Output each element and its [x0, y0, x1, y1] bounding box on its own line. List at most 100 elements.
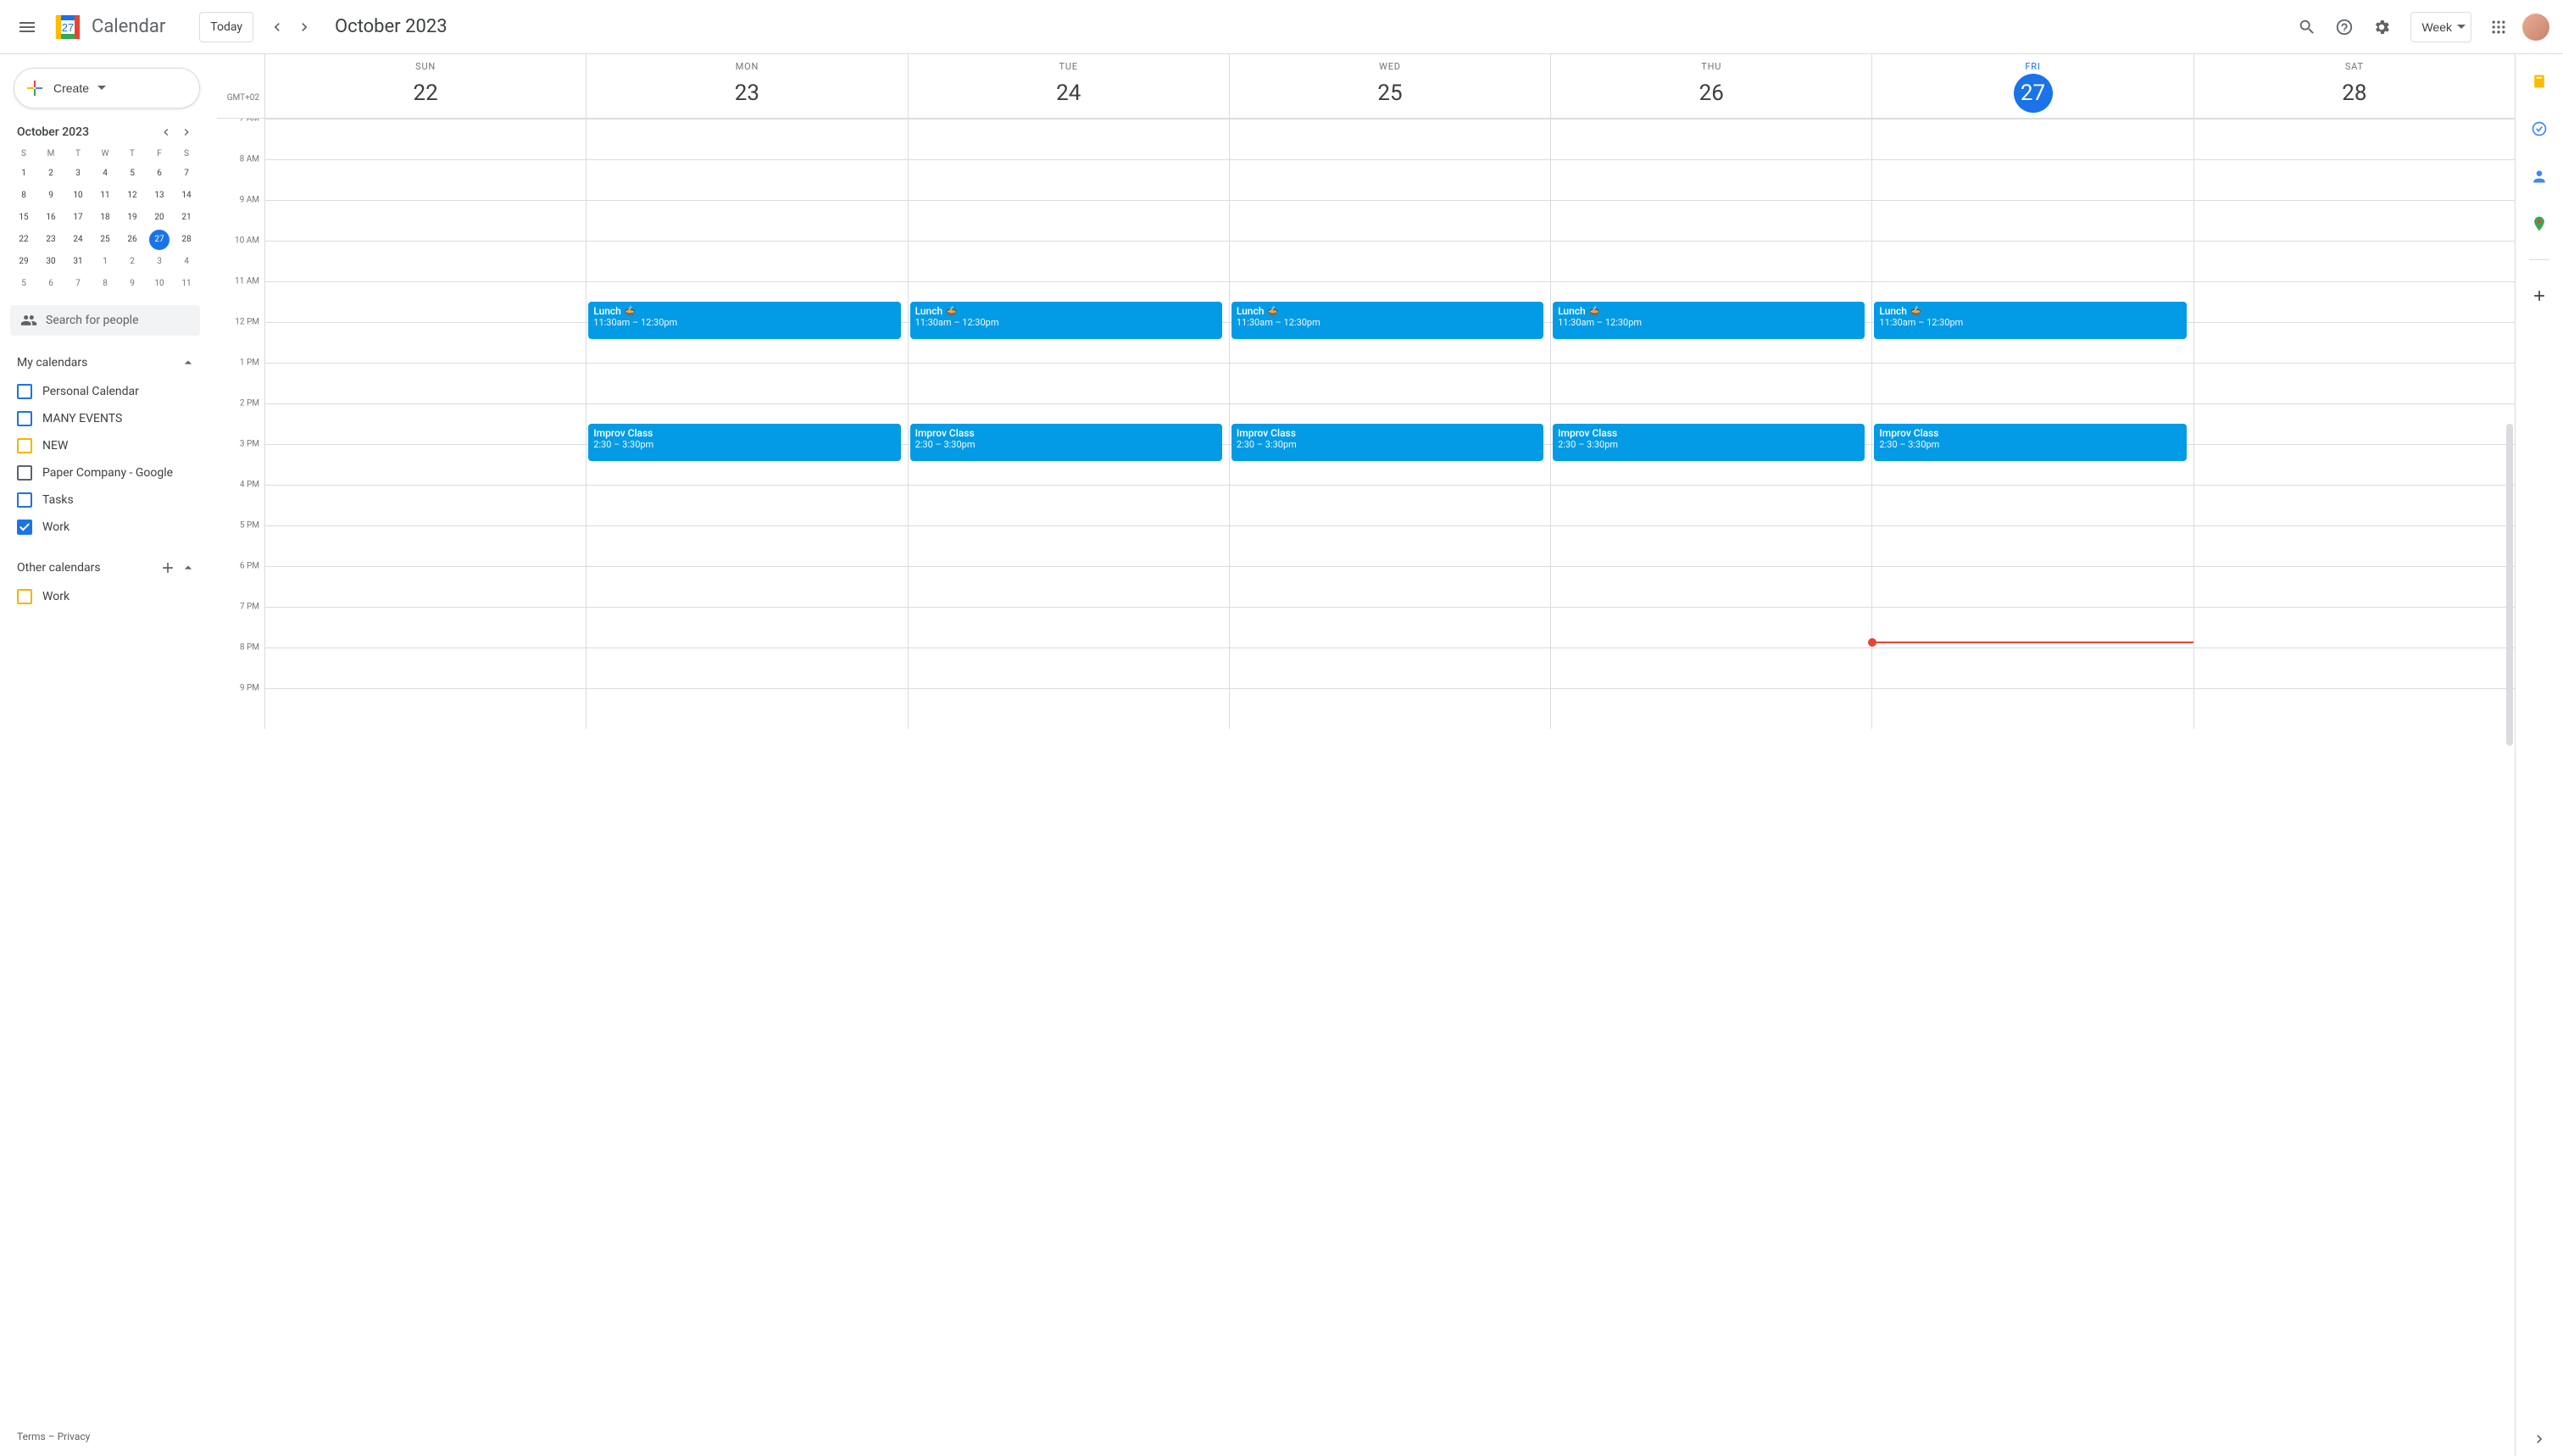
mini-day-cell[interactable]: 5	[122, 164, 142, 184]
mini-day-cell[interactable]: 19	[122, 208, 142, 228]
mini-day-cell[interactable]: 31	[68, 252, 88, 272]
event[interactable]: Improv Class2:30 – 3:30pm	[910, 424, 1222, 461]
mini-day-cell[interactable]: 4	[176, 252, 197, 272]
mini-day-cell[interactable]: 10	[68, 186, 88, 206]
event[interactable]: Improv Class2:30 – 3:30pm	[1231, 424, 1543, 461]
view-switcher[interactable]: Week	[2410, 12, 2471, 42]
search-people-input[interactable]: Search for people	[10, 305, 200, 336]
day-column-header[interactable]: WED25	[1229, 54, 1550, 118]
mini-day-cell[interactable]: 11	[95, 186, 115, 206]
event[interactable]: Lunch 🍲11:30am – 12:30pm	[910, 302, 1222, 339]
privacy-link[interactable]: Privacy	[58, 1431, 91, 1442]
mini-prev-month[interactable]	[156, 122, 176, 142]
day-number[interactable]: 23	[727, 74, 766, 113]
mini-day-cell[interactable]: 28	[176, 230, 197, 250]
addons-button[interactable]	[2522, 279, 2556, 313]
mini-day-cell[interactable]: 5	[14, 274, 34, 294]
next-week-button[interactable]	[291, 14, 318, 41]
my-calendars-header[interactable]: My calendars	[10, 351, 200, 375]
mini-day-cell[interactable]: 20	[149, 208, 170, 228]
mini-day-cell[interactable]: 10	[149, 274, 170, 294]
calendar-toggle[interactable]: Paper Company - Google	[10, 459, 200, 486]
day-column[interactable]: Lunch 🍲11:30am – 12:30pm Improv Class2:30…	[1229, 119, 1550, 729]
mini-day-cell[interactable]: 24	[68, 230, 88, 250]
maps-button[interactable]	[2522, 207, 2556, 241]
mini-day-cell[interactable]: 4	[95, 164, 115, 184]
mini-day-cell[interactable]: 13	[149, 186, 170, 206]
event[interactable]: Improv Class2:30 – 3:30pm	[588, 424, 900, 461]
day-column[interactable]	[2193, 119, 2515, 729]
contacts-button[interactable]	[2522, 159, 2556, 193]
mini-day-cell[interactable]: 6	[149, 164, 170, 184]
create-button[interactable]: Create	[14, 68, 200, 108]
calendar-toggle[interactable]: Tasks	[10, 486, 200, 514]
collapse-side-panel[interactable]	[2522, 1422, 2556, 1456]
main-menu-button[interactable]	[7, 7, 47, 47]
day-number[interactable]: 25	[1370, 74, 1409, 113]
day-column[interactable]: Lunch 🍲11:30am – 12:30pm Improv Class2:30…	[908, 119, 1229, 729]
mini-day-cell[interactable]: 3	[149, 252, 170, 272]
event[interactable]: Lunch 🍲11:30am – 12:30pm	[1553, 302, 1865, 339]
calendar-toggle[interactable]: Personal Calendar	[10, 378, 200, 405]
mini-day-cell[interactable]: 21	[176, 208, 197, 228]
mini-day-cell[interactable]: 18	[95, 208, 115, 228]
search-button[interactable]	[2290, 10, 2324, 44]
mini-day-cell[interactable]: 16	[41, 208, 61, 228]
mini-day-cell[interactable]: 1	[95, 252, 115, 272]
mini-day-cell[interactable]: 6	[41, 274, 61, 294]
account-avatar[interactable]	[2522, 14, 2549, 41]
mini-day-cell[interactable]: 1	[14, 164, 34, 184]
mini-day-cell[interactable]: 7	[176, 164, 197, 184]
mini-day-cell[interactable]: 30	[41, 252, 61, 272]
other-calendars-header[interactable]: Other calendars	[10, 556, 200, 580]
support-button[interactable]	[2327, 10, 2361, 44]
google-apps-button[interactable]	[2482, 10, 2516, 44]
mini-day-cell[interactable]: 22	[14, 230, 34, 250]
day-number[interactable]: 22	[406, 74, 445, 113]
day-number[interactable]: 26	[1692, 74, 1731, 113]
day-number[interactable]: 28	[2335, 74, 2374, 113]
scrollbar[interactable]	[2506, 424, 2513, 746]
tasks-button[interactable]	[2522, 112, 2556, 146]
day-column-header[interactable]: SAT28	[2193, 54, 2515, 118]
checkbox-icon[interactable]	[17, 411, 32, 426]
settings-button[interactable]	[2365, 10, 2399, 44]
mini-day-cell[interactable]: 27	[149, 230, 170, 250]
keep-button[interactable]	[2522, 64, 2556, 98]
day-column-header[interactable]: TUE24	[908, 54, 1229, 118]
day-number[interactable]: 27	[2014, 74, 2053, 113]
mini-day-cell[interactable]: 2	[41, 164, 61, 184]
checkbox-icon[interactable]	[17, 384, 32, 399]
mini-day-cell[interactable]: 8	[95, 274, 115, 294]
day-column-header[interactable]: MON23	[586, 54, 907, 118]
event[interactable]: Lunch 🍲11:30am – 12:30pm	[588, 302, 900, 339]
day-column-header[interactable]: FRI27	[1871, 54, 2193, 118]
day-number[interactable]: 24	[1049, 74, 1088, 113]
day-column[interactable]	[264, 119, 586, 729]
calendar-toggle[interactable]: Work	[10, 514, 200, 541]
mini-day-cell[interactable]: 2	[122, 252, 142, 272]
day-column-header[interactable]: THU26	[1550, 54, 1871, 118]
day-column[interactable]: Lunch 🍲11:30am – 12:30pm Improv Class2:30…	[586, 119, 907, 729]
event[interactable]: Lunch 🍲11:30am – 12:30pm	[1231, 302, 1543, 339]
mini-day-cell[interactable]: 15	[14, 208, 34, 228]
plus-icon[interactable]	[159, 559, 176, 576]
prev-week-button[interactable]	[264, 14, 291, 41]
mini-day-cell[interactable]: 3	[68, 164, 88, 184]
mini-day-cell[interactable]: 29	[14, 252, 34, 272]
event[interactable]: Lunch 🍲11:30am – 12:30pm	[1874, 302, 2186, 339]
calendar-toggle[interactable]: NEW	[10, 432, 200, 459]
mini-day-cell[interactable]: 12	[122, 186, 142, 206]
terms-link[interactable]: Terms	[17, 1431, 46, 1442]
calendar-toggle[interactable]: MANY EVENTS	[10, 405, 200, 432]
grid-scroll[interactable]: 7 AM8 AM9 AM10 AM11 AM12 PM1 PM2 PM3 PM4…	[217, 119, 2515, 1456]
checkbox-icon[interactable]	[17, 589, 32, 604]
day-column[interactable]: Lunch 🍲11:30am – 12:30pmImprov Class2:30…	[1871, 119, 2193, 729]
event[interactable]: Improv Class2:30 – 3:30pm	[1553, 424, 1865, 461]
checkbox-icon[interactable]	[17, 492, 32, 508]
mini-day-cell[interactable]: 17	[68, 208, 88, 228]
mini-day-cell[interactable]: 9	[122, 274, 142, 294]
mini-day-cell[interactable]: 11	[176, 274, 197, 294]
checkbox-icon[interactable]	[17, 465, 32, 481]
day-column[interactable]: Lunch 🍲11:30am – 12:30pm Improv Class2:30…	[1550, 119, 1871, 729]
